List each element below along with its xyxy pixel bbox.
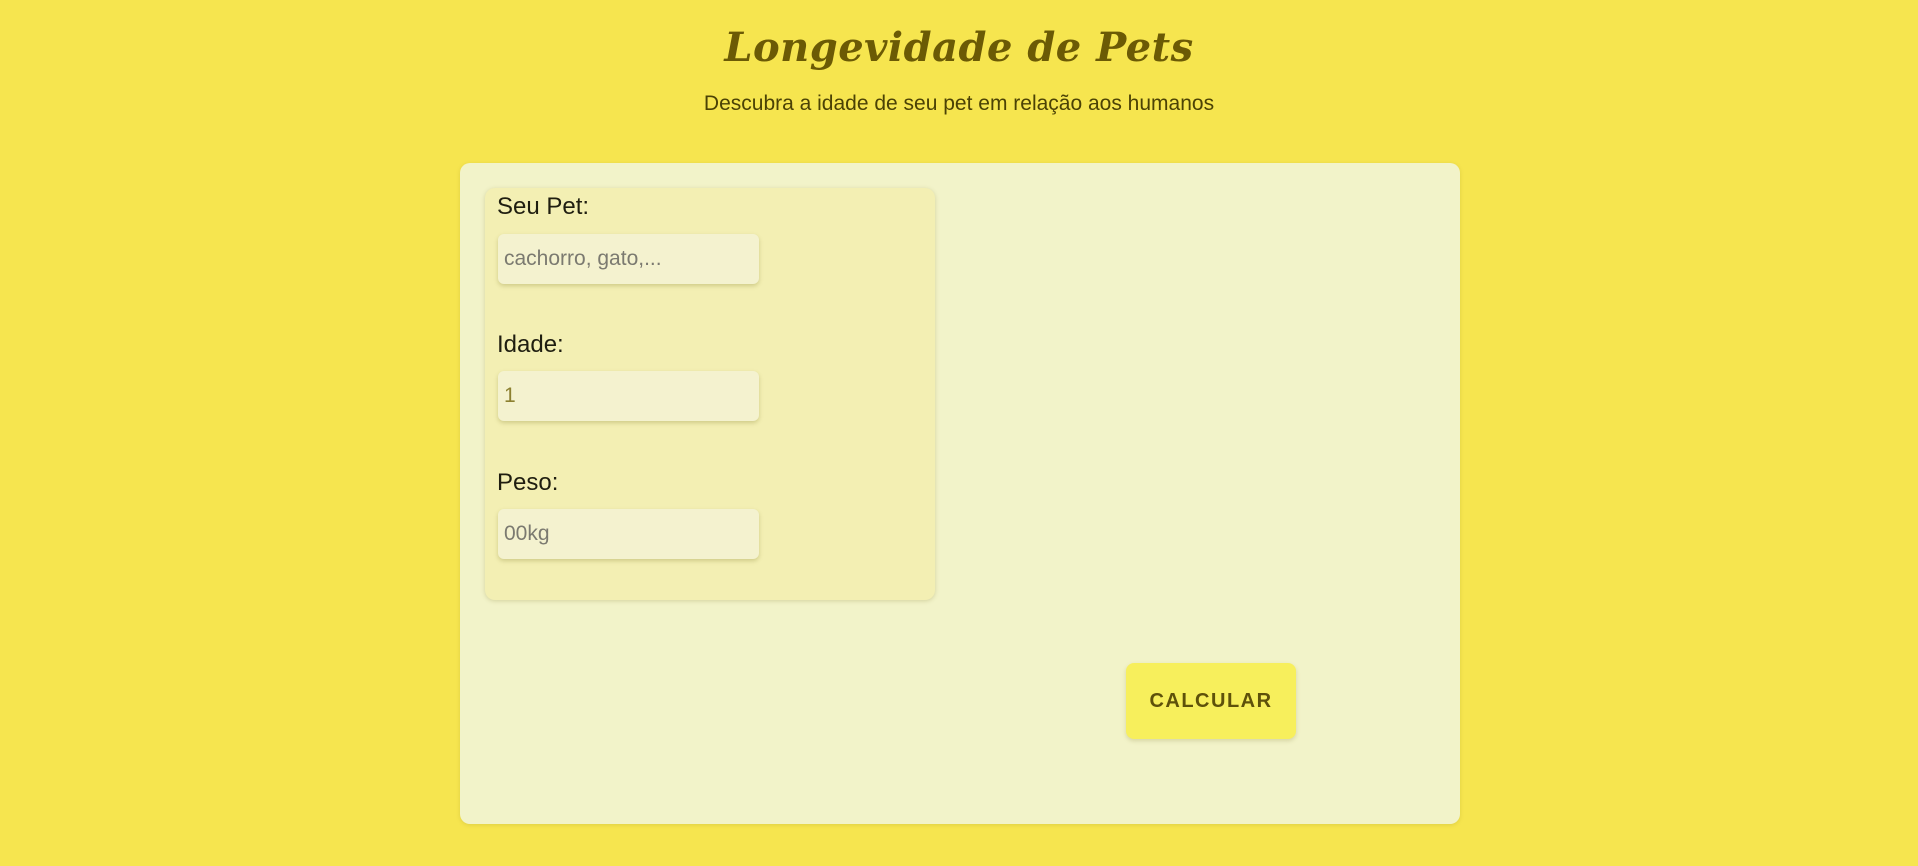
pet-type-label: Seu Pet: — [497, 193, 590, 220]
calculate-button[interactable]: CALCULAR — [1126, 663, 1296, 739]
age-label: Idade: — [497, 331, 564, 358]
pet-type-input[interactable] — [498, 234, 759, 284]
page-title: Longevidade de Pets — [724, 24, 1194, 71]
pet-form-panel: Seu Pet: Idade: Peso: — [485, 188, 935, 600]
calculator-card: Seu Pet: Idade: Peso: CALCULAR — [460, 163, 1460, 824]
age-input[interactable] — [498, 371, 759, 421]
weight-input[interactable] — [498, 509, 759, 559]
weight-label: Peso: — [497, 469, 559, 496]
page-subtitle: Descubra a idade de seu pet em relação a… — [703, 92, 1215, 115]
